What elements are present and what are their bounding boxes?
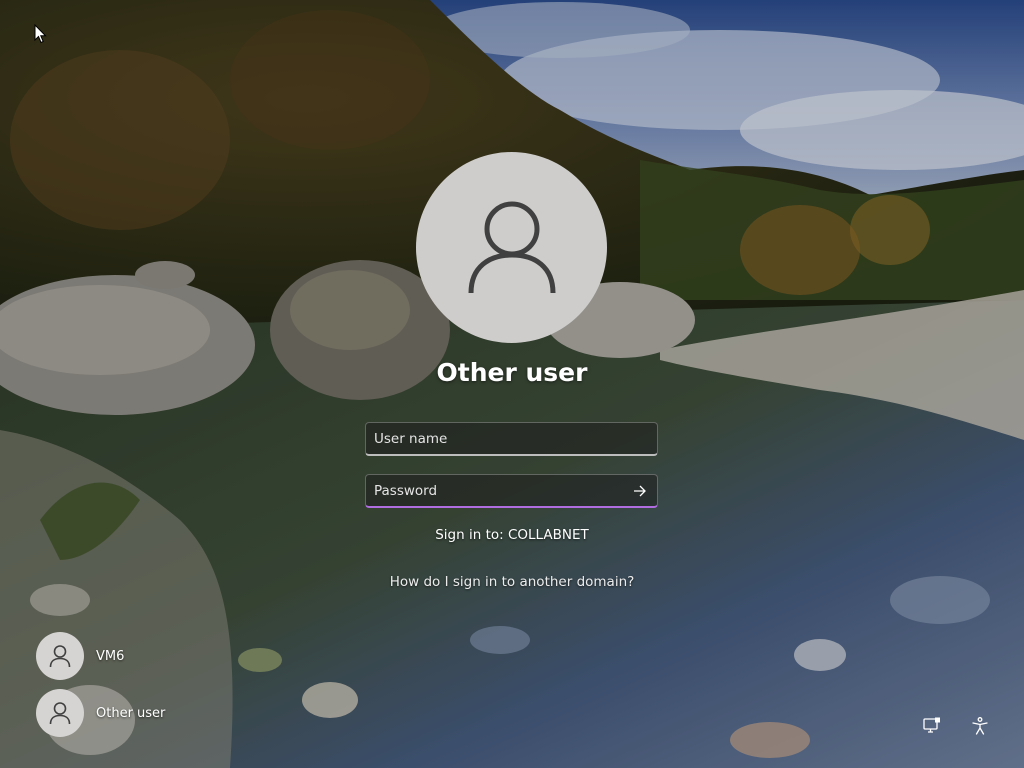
arrow-right-icon (634, 485, 646, 497)
user-tile-avatar (36, 632, 84, 680)
password-input[interactable] (366, 475, 657, 506)
user-silhouette-icon (468, 201, 555, 293)
password-field-container (365, 474, 658, 508)
user-avatar (416, 152, 607, 343)
username-field-container (365, 422, 658, 456)
lock-screen: Other user Sign in to: COLLABNET How do … (0, 0, 1024, 768)
other-domain-link[interactable]: How do I sign in to another domain? (362, 574, 662, 590)
accessibility-icon (972, 717, 988, 735)
accessibility-button[interactable] (968, 714, 992, 738)
sign-in-domain-text: Sign in to: COLLABNET (435, 527, 589, 543)
user-tile-avatar (36, 689, 84, 737)
user-tile-label: VM6 (96, 648, 125, 664)
user-silhouette-icon (49, 702, 71, 725)
user-tile-vm6[interactable]: VM6 (36, 632, 124, 680)
selected-user-name: Other user (436, 358, 588, 387)
mouse-pointer-icon (34, 24, 47, 44)
username-input[interactable] (366, 423, 657, 454)
user-silhouette-icon (49, 645, 71, 668)
user-tile-other-user[interactable]: Other user (36, 689, 165, 737)
network-icon (923, 717, 940, 733)
network-button[interactable] (920, 714, 944, 738)
submit-button[interactable] (629, 481, 651, 501)
user-tile-label: Other user (96, 705, 166, 721)
